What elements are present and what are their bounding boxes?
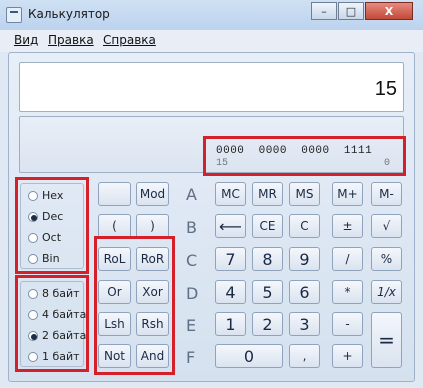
radio-1-byte[interactable] (28, 352, 38, 362)
mc-key[interactable]: MC (215, 182, 246, 206)
calculator-icon (6, 7, 22, 23)
rol-key[interactable]: RoL (98, 247, 131, 271)
blank-key[interactable] (98, 182, 131, 206)
radio-8-bytes-label: 8 байт (42, 287, 80, 300)
multiply-key[interactable]: * (332, 280, 363, 304)
add-key[interactable]: + (332, 344, 363, 368)
radio-dec[interactable] (28, 212, 38, 222)
mminus-key[interactable]: M- (371, 182, 402, 206)
sqrt-key[interactable]: √ (371, 214, 402, 238)
divide-key[interactable]: / (332, 247, 363, 271)
hex-b-key[interactable]: B (186, 218, 197, 237)
hex-c-key[interactable]: C (186, 251, 197, 270)
mod-key[interactable]: Mod (136, 182, 169, 206)
radio-oct[interactable] (28, 233, 38, 243)
bit-row-1: 0000 0000 0000 1111 (216, 145, 373, 157)
c-key[interactable]: C (289, 214, 320, 238)
display-value: 15 (374, 78, 397, 100)
equals-key[interactable]: = (371, 312, 402, 368)
radio-hex[interactable] (28, 191, 38, 201)
minimize-button[interactable]: – (311, 2, 337, 20)
digit-0-key[interactable]: 0 (215, 344, 283, 368)
ror-key[interactable]: RoR (136, 247, 169, 271)
digit-2-key[interactable]: 2 (252, 312, 283, 336)
mplus-key[interactable]: M+ (332, 182, 363, 206)
digit-5-key[interactable]: 5 (252, 280, 283, 304)
radio-2-bytes-label: 2 байта (42, 329, 87, 342)
backspace-key[interactable]: ⟵ (215, 214, 246, 238)
result-display (19, 62, 404, 112)
hex-f-key[interactable]: F (186, 348, 195, 367)
decimal-key[interactable]: , (289, 344, 320, 368)
window-title: Калькулятор (28, 7, 110, 21)
close-paren-key[interactable]: ) (136, 214, 169, 238)
bit-row-2-right: 0 (384, 158, 391, 169)
not-key[interactable]: Not (98, 344, 131, 368)
lsh-key[interactable]: Lsh (98, 312, 131, 336)
radio-1-byte-label: 1 байт (42, 350, 80, 363)
reciprocal-key[interactable]: 1/x (371, 280, 402, 304)
menu-item-help[interactable]: Справка (103, 33, 156, 47)
ms-key[interactable]: MS (289, 182, 320, 206)
radio-8-bytes[interactable] (28, 289, 38, 299)
radio-2-bytes[interactable] (28, 331, 38, 341)
percent-key[interactable]: % (371, 247, 402, 271)
radio-4-bytes[interactable] (28, 310, 38, 320)
digit-9-key[interactable]: 9 (289, 247, 320, 271)
hex-a-key[interactable]: A (186, 185, 197, 204)
xor-key[interactable]: Xor (136, 280, 169, 304)
hex-e-key[interactable]: E (186, 316, 196, 335)
digit-7-key[interactable]: 7 (215, 247, 246, 271)
menu-item-view[interactable]: Вид (14, 33, 38, 47)
radio-hex-label: Hex (42, 189, 64, 202)
menu-item-edit[interactable]: Правка (48, 33, 94, 47)
rsh-key[interactable]: Rsh (136, 312, 169, 336)
digit-4-key[interactable]: 4 (215, 280, 246, 304)
digit-6-key[interactable]: 6 (289, 280, 320, 304)
radio-bin-label: Bin (42, 252, 60, 265)
close-button[interactable]: X (365, 2, 413, 20)
radio-bin[interactable] (28, 254, 38, 264)
bit-row-2-left: 15 (216, 158, 229, 169)
hex-d-key[interactable]: D (186, 284, 198, 303)
plus-minus-key[interactable]: ± (332, 214, 363, 238)
radio-oct-label: Oct (42, 231, 62, 244)
open-paren-key[interactable]: ( (98, 214, 131, 238)
digit-1-key[interactable]: 1 (215, 312, 246, 336)
radio-dec-label: Dec (42, 210, 64, 223)
digit-3-key[interactable]: 3 (289, 312, 320, 336)
subtract-key[interactable]: - (332, 312, 363, 336)
ce-key[interactable]: CE (252, 214, 283, 238)
or-key[interactable]: Or (98, 280, 131, 304)
mr-key[interactable]: MR (252, 182, 283, 206)
and-key[interactable]: And (136, 344, 169, 368)
maximize-button[interactable]: □ (338, 2, 364, 20)
digit-8-key[interactable]: 8 (252, 247, 283, 271)
radio-4-bytes-label: 4 байта (42, 308, 87, 321)
